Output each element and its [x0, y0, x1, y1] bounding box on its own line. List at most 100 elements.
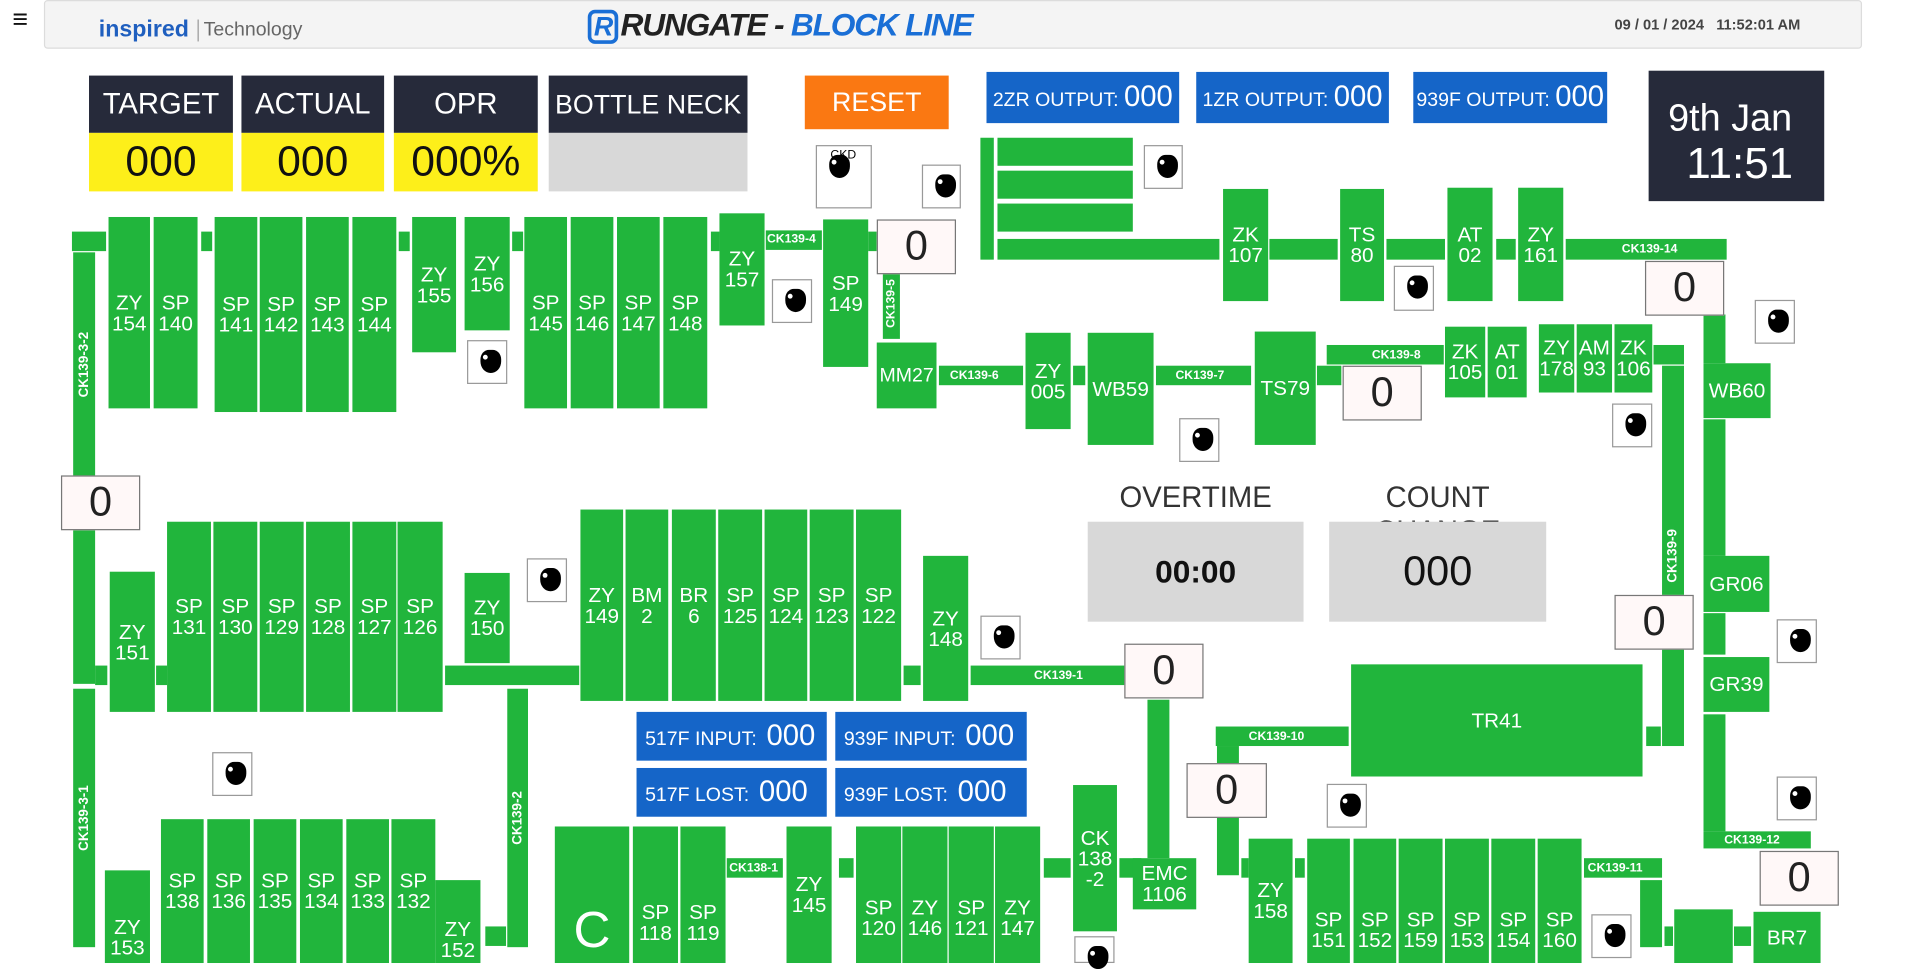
operator-icon[interactable] [1591, 914, 1632, 959]
machine-sp118[interactable]: SP 118 [632, 826, 678, 964]
machine-sp140[interactable]: SP 140 [153, 216, 198, 409]
operator-icon[interactable] [1326, 783, 1367, 828]
machine-sp131-number: 131 [171, 615, 207, 639]
machine-zy150[interactable]: ZY 150 [464, 572, 510, 664]
machine-sp123[interactable]: SP 123 [809, 509, 854, 701]
machine-sp148[interactable]: SP 148 [663, 216, 708, 409]
counter-box: 0 [876, 219, 957, 275]
machine-zy148[interactable]: ZY 148 [923, 555, 969, 701]
machine-br6[interactable]: BR 6 [671, 509, 716, 701]
operator-icon[interactable] [1143, 145, 1183, 189]
machine-ts80[interactable]: TS 80 [1340, 188, 1385, 302]
machine-sp122[interactable]: SP 122 [856, 509, 902, 701]
machine-sp160[interactable]: SP 160 [1537, 838, 1582, 964]
operator-icon[interactable] [1074, 936, 1115, 969]
machine-sp121[interactable]: SP 121 [948, 826, 994, 964]
operator-icon[interactable] [1612, 403, 1653, 448]
operator-icon[interactable] [212, 752, 253, 797]
machine-sp136[interactable]: SP 136 [207, 819, 250, 964]
machine-ts79[interactable]: TS79 [1254, 331, 1316, 445]
operator-icon[interactable] [980, 615, 1021, 660]
machine-ck138-2[interactable]: CK 138 -2 [1073, 785, 1117, 932]
machine-sp159[interactable]: SP 159 [1398, 838, 1443, 964]
machine-zy149[interactable]: ZY 149 [580, 509, 624, 701]
machine-sp126[interactable]: SP 126 [397, 521, 443, 712]
machine-zy147[interactable]: ZY 147 [995, 826, 1041, 964]
machine-mm27[interactable]: MM27 [876, 342, 937, 409]
machine-zy154[interactable]: ZY 154 [108, 216, 150, 409]
operator-icon[interactable] [771, 279, 813, 324]
machine-sp135[interactable]: SP 135 [253, 819, 297, 964]
machine-sp154-type: SP [1499, 908, 1528, 932]
machine-zy157[interactable]: ZY 157 [719, 213, 765, 326]
machine-sp134[interactable]: SP 134 [299, 819, 343, 964]
machine-sp141[interactable]: SP 141 [214, 216, 258, 413]
machine-zy005-number: 005 [1030, 379, 1066, 403]
machine-zy005[interactable]: ZY 005 [1025, 332, 1071, 430]
reset-button[interactable]: RESET [804, 75, 949, 130]
machine-gr06[interactable]: GR06 [1703, 555, 1770, 612]
machine-sp125[interactable]: SP 125 [718, 509, 763, 701]
operator-icon[interactable] [1179, 418, 1220, 463]
machine-zy154-number: 154 [111, 311, 147, 335]
operator-icon[interactable] [921, 164, 961, 209]
machine-sp143[interactable]: SP 143 [306, 216, 349, 413]
machine-sp154[interactable]: SP 154 [1491, 838, 1536, 964]
machine-zk105[interactable]: ZK 105 [1444, 326, 1486, 398]
machine-wb59[interactable]: WB59 [1087, 332, 1154, 445]
machine-zy158[interactable]: ZY 158 [1248, 838, 1293, 964]
machine-sp128[interactable]: SP 128 [306, 521, 350, 712]
machine-sp127[interactable]: SP 127 [352, 521, 397, 712]
operator-icon[interactable] [1776, 619, 1817, 664]
machine-sp152[interactable]: SP 152 [1353, 838, 1397, 964]
operator-icon[interactable] [526, 558, 568, 603]
machine-sp131[interactable]: SP 131 [167, 521, 211, 712]
operator-ckd-icon[interactable]: CKD [815, 145, 872, 209]
machine-zy161[interactable]: ZY 161 [1518, 187, 1564, 302]
machine-sp129[interactable]: SP 129 [259, 521, 304, 712]
machine-zy146[interactable]: ZY 146 [902, 826, 948, 964]
machine-br7[interactable]: BR7 [1753, 911, 1821, 964]
machine-sp145[interactable]: SP 145 [524, 216, 568, 409]
machine-zk106[interactable]: ZK 106 [1614, 324, 1653, 393]
machine-sp124[interactable]: SP 124 [764, 509, 808, 701]
machine-at01[interactable]: AT 01 [1487, 326, 1527, 398]
machine-sp132[interactable]: SP 132 [391, 819, 436, 964]
operator-icon[interactable] [1393, 265, 1435, 311]
machine-zy178[interactable]: ZY 178 [1538, 324, 1575, 393]
machine-am93[interactable]: AM 93 [1576, 324, 1613, 393]
machine-sp146[interactable]: SP 146 [570, 216, 614, 409]
machine-sp153[interactable]: SP 153 [1444, 838, 1489, 964]
machine-sp121-number: 121 [953, 916, 989, 940]
machine-zy152[interactable]: ZY 152 [435, 880, 481, 964]
machine-sp149[interactable]: SP 149 [823, 219, 869, 367]
operator-icon[interactable] [1754, 299, 1795, 344]
machine-wb60[interactable]: WB60 [1703, 363, 1771, 419]
operator-icon[interactable] [1776, 776, 1817, 821]
machine-zy153[interactable]: ZY 153 [104, 870, 150, 964]
machine-bm2[interactable]: BM 2 [625, 509, 669, 701]
machine-zy156[interactable]: ZY 156 [464, 216, 510, 331]
machine-sp151[interactable]: SP 151 [1307, 838, 1350, 964]
conveyor-segment [1674, 909, 1733, 964]
machine-tr41[interactable]: TR41 [1351, 664, 1643, 777]
machine-sp147[interactable]: SP 147 [617, 216, 660, 409]
machine-sp119[interactable]: SP 119 [680, 826, 726, 964]
machine-zk107[interactable]: ZK 107 [1223, 188, 1269, 302]
machine-zy151[interactable]: ZY 151 [109, 571, 155, 712]
machine-sp142[interactable]: SP 142 [259, 216, 303, 413]
machine-sp143-number: 143 [310, 313, 345, 337]
machine-at02[interactable]: AT 02 [1447, 187, 1493, 302]
machine-zy145[interactable]: ZY 145 [786, 826, 832, 964]
machine-sp144[interactable]: SP 144 [352, 216, 397, 413]
hamburger-menu-icon[interactable]: ≡ [12, 4, 28, 34]
machine-c[interactable]: C [554, 826, 630, 964]
operator-icon[interactable] [467, 340, 508, 384]
machine-sp138[interactable]: SP 138 [160, 819, 204, 964]
machine-sp130[interactable]: SP 130 [213, 521, 258, 712]
machine-emc1106[interactable]: EMC 1106 [1132, 858, 1197, 910]
machine-gr39[interactable]: GR39 [1703, 657, 1770, 712]
machine-sp133[interactable]: SP 133 [346, 819, 389, 964]
machine-zy155[interactable]: ZY 155 [412, 216, 457, 353]
machine-sp120[interactable]: SP 120 [856, 826, 902, 964]
